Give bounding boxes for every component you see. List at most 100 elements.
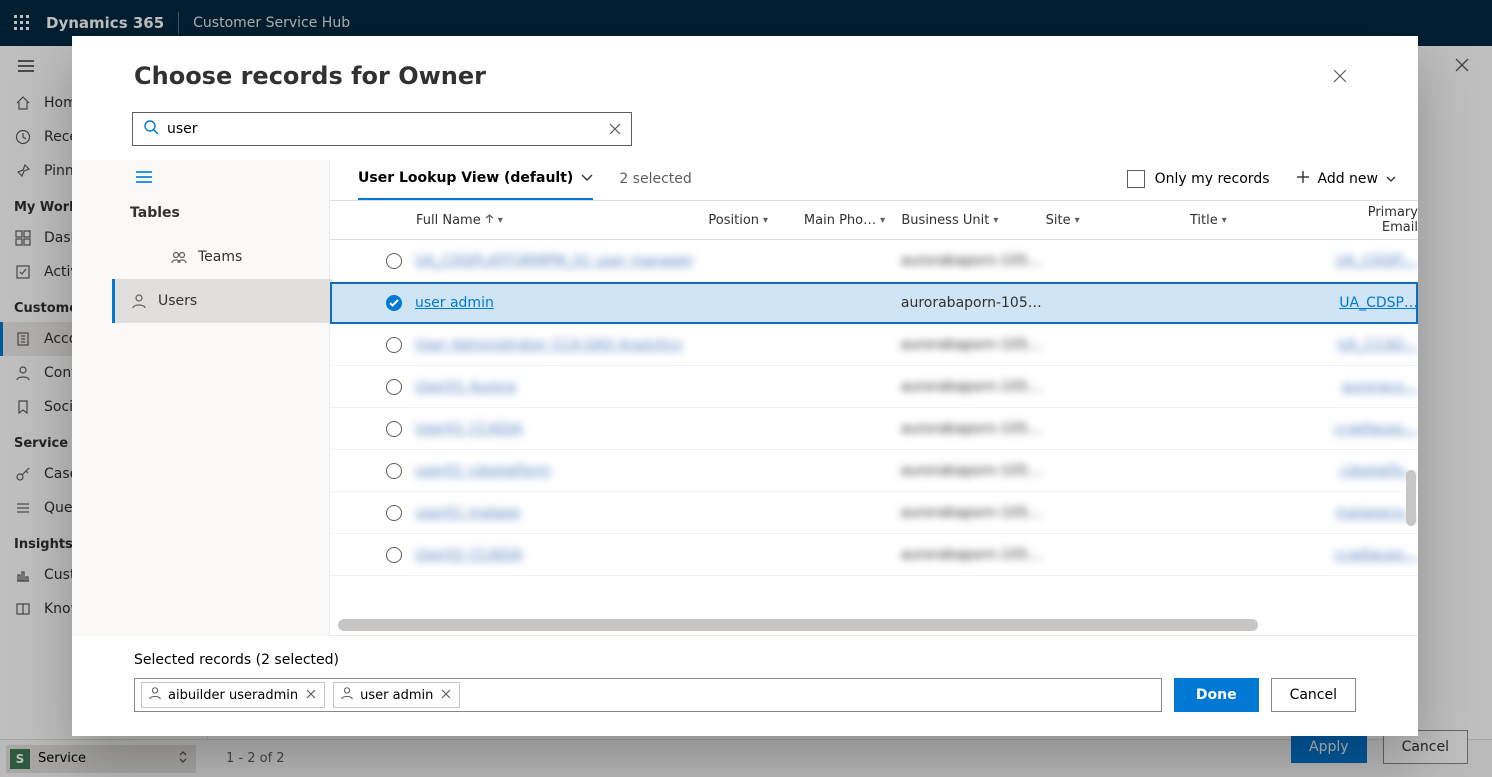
table-row[interactable]: User01 CCADiA aurorabaporn-105… ccadiauso… [330,408,1418,450]
cell-fullname[interactable]: UA_CDSPLATFORMPM_01 user manager [415,253,708,269]
cell-fullname[interactable]: User Administrator CCA-DAS Analytics [415,337,708,353]
chevron-down-icon [581,170,593,186]
clear-search-icon[interactable] [609,120,621,139]
table-item-users[interactable]: Users [112,279,332,323]
table-row[interactable]: user01 cdsplatform aurorabaporn-105… cdspl… [330,450,1418,492]
row-radio[interactable] [386,547,402,563]
row-radio[interactable] [386,379,402,395]
cell-fullname[interactable]: user admin [415,295,708,311]
dialog-footer: Selected records (2 selected) aibuilder … [72,636,1418,736]
cell-email[interactable]: cdsplatfo… [1330,463,1418,479]
add-new-label: Add new [1318,171,1379,187]
chevron-down-icon: ▾ [1222,215,1227,226]
cell-email[interactable]: UA_CDSPl… [1330,253,1418,269]
cell-email[interactable]: auroraco… [1330,379,1418,395]
col-title[interactable]: Title ▾ [1190,213,1330,228]
col-position-label: Position [708,213,759,228]
done-button[interactable]: Done [1174,678,1259,712]
row-radio[interactable] [386,253,402,269]
add-new-button[interactable]: Add new [1296,170,1397,200]
selected-chips-box[interactable]: aibuilder useradmin user admin [134,678,1162,712]
cell-fullname[interactable]: User01 CCADiA [415,421,708,437]
col-fullname[interactable]: Full Name ▾ [416,213,708,228]
dialog-close-icon[interactable] [1324,60,1356,92]
col-position[interactable]: Position ▾ [708,213,804,228]
search-icon [143,119,159,139]
table-row[interactable]: user admin aurorabaporn-105… UA_CDSP… [330,282,1418,324]
selected-count: 2 selected [619,171,691,199]
row-radio[interactable] [386,337,402,353]
chevron-down-icon: ▾ [1075,215,1080,226]
view-selector[interactable]: User Lookup View (default) [358,170,593,200]
table-row[interactable]: User Administrator CCA-DAS Analyticsauro… [330,324,1418,366]
chevron-down-icon: ▾ [880,215,885,226]
only-my-label: Only my records [1155,171,1270,187]
cell-fullname[interactable]: user01 malapp [415,505,708,521]
selected-chip[interactable]: aibuilder useradmin [141,682,325,708]
cell-businessunit: aurorabaporn-105… [901,421,1045,437]
table-item-label: Teams [198,249,242,265]
col-phone-label: Main Pho… [804,213,876,228]
search-input[interactable] [167,121,601,137]
col-mainphone[interactable]: Main Pho… ▾ [804,213,901,228]
cell-email[interactable]: ccadiauso… [1330,421,1418,437]
cell-businessunit: aurorabaporn-105… [901,505,1045,521]
table-item-teams[interactable]: Teams [112,235,332,279]
chevron-down-icon: ▾ [498,215,503,226]
person-icon [148,686,162,704]
chip-label: user admin [360,688,433,703]
chevron-down-icon [1386,171,1396,187]
plus-icon [1296,170,1310,188]
cell-businessunit: aurorabaporn-105… [901,295,1045,311]
search-box[interactable] [132,112,632,146]
tables-pane: Tables Teams Users [72,160,330,636]
table-item-label: Users [158,293,197,309]
table-row[interactable]: user01 malapp aurorabaporn-105… malappco… [330,492,1418,534]
remove-chip-icon[interactable] [439,688,453,703]
cell-email[interactable]: UA_CDSP… [1330,295,1418,311]
cell-businessunit: aurorabaporn-105… [901,379,1045,395]
cell-fullname[interactable]: User01 Aurora [415,379,708,395]
cell-businessunit: aurorabaporn-105… [901,253,1045,269]
col-email-label: Primary Email [1330,205,1418,235]
cancel-button[interactable]: Cancel [1271,678,1356,712]
grid-body[interactable]: UA_CDSPLATFORMPM_01 user manager auroraba… [330,240,1418,636]
dialog-title: Choose records for Owner [134,62,486,90]
cell-fullname[interactable]: User02 CCADiA [415,547,708,563]
cell-businessunit: aurorabaporn-105… [901,463,1045,479]
col-primaryemail[interactable]: Primary Email [1330,205,1418,235]
cell-businessunit: aurorabaporn-105… [901,547,1045,563]
row-radio[interactable] [386,463,402,479]
grid-header: Full Name ▾ Position ▾ Main Pho… ▾ Busines… [330,200,1418,240]
col-bu-label: Business Unit [901,213,989,228]
tables-hamburger-icon[interactable] [72,164,329,191]
checkbox-icon [1127,170,1145,188]
tables-heading: Tables [72,191,329,235]
row-radio[interactable] [386,421,402,437]
col-fullname-label: Full Name [416,213,481,228]
row-radio[interactable] [386,505,402,521]
col-title-label: Title [1190,213,1218,228]
col-site[interactable]: Site ▾ [1046,213,1190,228]
table-row[interactable]: User02 CCADiA aurorabaporn-105… ccadiauso… [330,534,1418,576]
chip-label: aibuilder useradmin [168,688,298,703]
cell-email[interactable]: UA_CCAD… [1330,337,1418,353]
table-row[interactable]: UA_CDSPLATFORMPM_01 user manager auroraba… [330,240,1418,282]
grid-pane: User Lookup View (default) 2 selected On… [330,160,1418,636]
cell-email[interactable]: ccadiauso… [1330,547,1418,563]
horizontal-scrollbar[interactable] [338,619,1258,631]
remove-chip-icon[interactable] [304,688,318,703]
col-businessunit[interactable]: Business Unit ▾ [901,213,1045,228]
col-site-label: Site [1046,213,1071,228]
person-icon [340,686,354,704]
table-row[interactable]: User01 Aurora aurorabaporn-105… auroraco… [330,366,1418,408]
cell-fullname[interactable]: user01 cdsplatform [415,463,708,479]
person-icon [130,293,148,309]
row-checked-icon[interactable] [386,295,402,311]
selected-chip[interactable]: user admin [333,682,460,708]
chevron-down-icon: ▾ [993,215,998,226]
cell-email[interactable]: malappco… [1330,505,1418,521]
only-my-records-toggle[interactable]: Only my records [1127,170,1270,200]
vertical-scrollbar[interactable] [1406,470,1416,526]
chevron-down-icon: ▾ [763,215,768,226]
